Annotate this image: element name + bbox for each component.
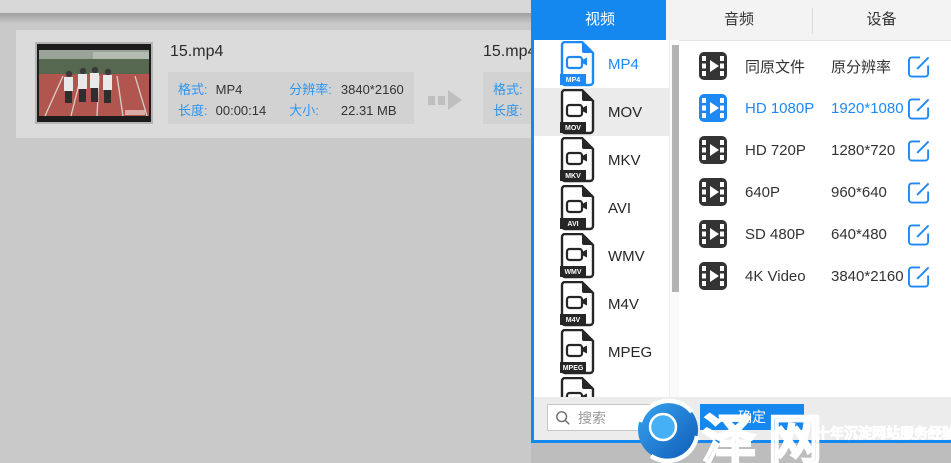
resolution-name: SD 480P: [745, 226, 831, 243]
video-file-icon: M4V: [558, 281, 596, 327]
format-option[interactable]: MPEG MPEG: [534, 328, 669, 376]
format-option[interactable]: WMV WMV: [534, 232, 669, 280]
scrollbar-track[interactable]: [669, 40, 679, 397]
target-file-title: 15.mp4: [483, 43, 536, 61]
size-value: 22.31 MB: [341, 103, 397, 118]
convert-arrow-icon: [428, 90, 468, 110]
source-file-title: 15.mp4: [170, 43, 223, 61]
format-picker-popup: 视频 音频 设备 MP4 MP4: [531, 0, 951, 443]
window-footer-strip: [531, 443, 951, 463]
svg-text:MKV: MKV: [565, 173, 581, 180]
video-file-icon: MP4: [558, 41, 596, 87]
format-name: WMV: [608, 248, 645, 265]
tab-device[interactable]: 设备: [812, 0, 951, 40]
resolution-option[interactable]: 4K Video 3840*2160: [679, 255, 951, 297]
format-option[interactable]: MP4 MP4: [534, 40, 669, 88]
tab-divider: [812, 8, 813, 34]
video-file-icon: MKV: [558, 137, 596, 183]
svg-text:M4V: M4V: [566, 317, 581, 324]
video-file-icon: MPEG: [558, 329, 596, 375]
format-option[interactable]: MKV MKV: [534, 136, 669, 184]
film-strip-icon: [698, 177, 728, 207]
film-strip-icon: [698, 219, 728, 249]
format-name: MP4: [608, 56, 639, 73]
app-window: 15.mp4 格式: MP4 分辨率: 3840*2160 长度: 00:00:…: [0, 0, 951, 463]
edit-icon[interactable]: [908, 55, 931, 78]
svg-text:MP4: MP4: [566, 77, 581, 84]
resolution-option[interactable]: 同原文件 原分辨率: [679, 45, 951, 87]
resolution-name: 640P: [745, 184, 831, 201]
format-option[interactable]: AVI AVI: [534, 184, 669, 232]
tab-audio[interactable]: 音频: [666, 0, 812, 40]
format-value: MP4: [216, 79, 286, 100]
film-strip-icon: [698, 261, 728, 291]
film-strip-icon: [698, 51, 728, 81]
video-file-icon: AVI: [558, 185, 596, 231]
film-strip-icon: [698, 93, 728, 123]
resolution-name: 4K Video: [745, 268, 831, 285]
svg-text:AVI: AVI: [567, 221, 578, 228]
resolution-value: 3840*2160: [341, 82, 404, 97]
film-strip-icon: [698, 135, 728, 165]
resolution-label: 分辨率:: [289, 79, 337, 100]
video-file-icon: [558, 377, 596, 397]
resolution-name: 同原文件: [745, 56, 831, 77]
scrollbar-thumb[interactable]: [672, 45, 679, 292]
resolution-option[interactable]: 640P 960*640: [679, 171, 951, 213]
format-name: MKV: [608, 152, 641, 169]
resolution-name: HD 1080P: [745, 100, 831, 117]
edit-icon[interactable]: [908, 97, 931, 120]
format-label: 格式:: [493, 79, 527, 100]
svg-text:MPEG: MPEG: [563, 365, 584, 372]
format-option[interactable]: MOV MOV: [534, 88, 669, 136]
source-meta-box: 格式: MP4 分辨率: 3840*2160 长度: 00:00:14 大小: …: [168, 72, 414, 124]
format-name: M4V: [608, 296, 639, 313]
resolution-panel: 同原文件 原分辨率: [679, 41, 951, 397]
edit-icon[interactable]: [908, 265, 931, 288]
size-label: 大小:: [289, 100, 337, 121]
edit-icon[interactable]: [908, 139, 931, 162]
edit-icon[interactable]: [908, 181, 931, 204]
popup-bottom-bar: 确定: [534, 397, 951, 440]
video-thumbnail-image: [37, 44, 151, 122]
confirm-button[interactable]: 确定: [700, 404, 804, 430]
duration-value: 00:00:14: [216, 100, 286, 121]
search-box[interactable]: [547, 404, 671, 431]
svg-text:MOV: MOV: [565, 125, 581, 132]
format-name: AVI: [608, 200, 631, 217]
format-name: MOV: [608, 104, 642, 121]
video-thumbnail[interactable]: [35, 42, 153, 124]
duration-label: 长度:: [493, 100, 527, 121]
duration-label: 长度:: [178, 100, 212, 121]
resolution-option[interactable]: HD 1080P 1920*1080: [679, 87, 951, 129]
search-input[interactable]: [576, 409, 660, 427]
edit-icon[interactable]: [908, 223, 931, 246]
resolution-option[interactable]: SD 480P 640*480: [679, 213, 951, 255]
video-file-icon: MOV: [558, 89, 596, 135]
video-file-icon: WMV: [558, 233, 596, 279]
search-icon: [555, 410, 571, 426]
svg-text:WMV: WMV: [564, 269, 581, 276]
resolution-name: HD 720P: [745, 142, 831, 159]
format-label: 格式:: [178, 79, 212, 100]
format-option[interactable]: M4V M4V: [534, 280, 669, 328]
format-option[interactable]: [534, 376, 669, 397]
tab-video[interactable]: 视频: [534, 0, 666, 40]
resolution-option[interactable]: HD 720P 1280*720: [679, 129, 951, 171]
format-name: MPEG: [608, 344, 652, 361]
format-list: MP4 MP4 MOV MOV: [534, 40, 669, 397]
